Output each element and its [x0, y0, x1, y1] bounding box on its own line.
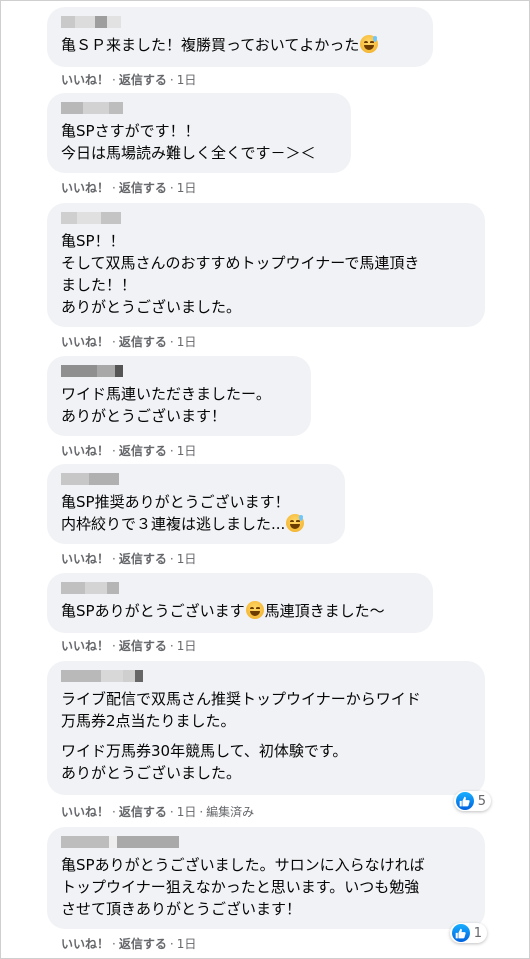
timestamp[interactable]: 1日: [177, 73, 197, 87]
reaction-count[interactable]: 1: [449, 923, 487, 943]
comment-bubble: ライブ配信で双馬さん推奨トップウイナーからワイド 万馬券2点当たりました。 ワイ…: [47, 661, 491, 811]
comment-bubble: 亀SP！！ そして双馬さんのおすすめトップウイナーで馬連頂き ました！！ ありが…: [47, 203, 485, 327]
like-link[interactable]: いいね！: [61, 937, 109, 951]
comment-actions: いいね！ · 返信する · 1日 · 編集済み: [61, 805, 255, 819]
author-name-blurred[interactable]: [61, 102, 337, 114]
reply-link[interactable]: 返信する: [119, 73, 167, 87]
timestamp[interactable]: 1日: [177, 444, 197, 458]
like-link[interactable]: いいね！: [61, 639, 109, 653]
comment-actions: いいね！ · 返信する · 1日: [61, 335, 197, 349]
timestamp[interactable]: 1日: [177, 181, 197, 195]
timestamp[interactable]: 1日: [177, 335, 197, 349]
like-link[interactable]: いいね！: [61, 335, 109, 349]
comment-actions: いいね！ · 返信する · 1日: [61, 552, 197, 566]
author-name-blurred[interactable]: [61, 365, 297, 377]
comment-bubble: 亀SPありがとうございました。サロンに入らなければ トップウイナー狙えなかったと…: [47, 827, 487, 943]
like-link[interactable]: いいね！: [61, 552, 109, 566]
thumbs-up-icon: [455, 792, 474, 810]
comment-bubble: 亀ＳＰ来ました！複勝買っておいてよかった: [47, 7, 433, 67]
comment-text: 亀ＳＰ来ました！複勝買っておいてよかった: [61, 34, 419, 56]
comment: 亀ＳＰ来ました！複勝買っておいてよかった いいね！ · 返信する · 1日: [47, 7, 433, 87]
comment-text: ライブ配信で双馬さん推奨トップウイナーからワイド 万馬券2点当たりました。: [61, 690, 421, 730]
comment-text: 亀SP！！ そして双馬さんのおすすめトップウイナーで馬連頂き ました！！ ありが…: [61, 232, 420, 316]
reply-link[interactable]: 返信する: [119, 937, 167, 951]
comment-text: 亀SPさすがです！！ 今日は馬場読み難しく全くです－＞＜: [61, 122, 316, 162]
comment-text: 亀SPありがとうございました。サロンに入らなければ トップウイナー狙えなかったと…: [61, 856, 425, 918]
comment-text: 亀SP推奨ありがとうございます！ 内枠絞りで３連複は逃しました...: [61, 491, 331, 535]
edited-label[interactable]: 編集済み: [206, 805, 254, 819]
author-name-blurred[interactable]: [61, 670, 471, 682]
smiling-face-icon: [245, 601, 264, 619]
comment-bubble: 亀SPさすがです！！ 今日は馬場読み難しく全くです－＞＜: [47, 93, 351, 173]
thumbs-up-icon: [451, 924, 470, 942]
reply-link[interactable]: 返信する: [119, 181, 167, 195]
comment-bubble: 亀SP推奨ありがとうございます！ 内枠絞りで３連複は逃しました...: [47, 464, 345, 544]
comment: 亀SPありがとうございます 馬連頂きました～ いいね！ · 返信する · 1日: [47, 573, 433, 653]
comment-text: 亀SPありがとうございます 馬連頂きました～: [61, 601, 385, 620]
comment-bubble: 亀SPありがとうございます 馬連頂きました～: [47, 573, 433, 633]
timestamp[interactable]: 1日: [177, 937, 197, 951]
reply-link[interactable]: 返信する: [119, 335, 167, 349]
author-name-blurred[interactable]: [61, 473, 331, 485]
comment-actions: いいね！ · 返信する · 1日: [61, 444, 197, 458]
grinning-sweat-face-icon: [286, 514, 305, 532]
comment-text: ワイド馬連いただきましたー。 ありがとうございます！: [61, 385, 271, 425]
author-name-blurred[interactable]: [61, 212, 471, 224]
comment: ライブ配信で双馬さん推奨トップウイナーからワイド 万馬券2点当たりました。 ワイ…: [47, 661, 491, 819]
comment-actions: いいね！ · 返信する · 1日: [61, 73, 197, 87]
timestamp[interactable]: 1日: [177, 552, 197, 566]
comment-actions: いいね！ · 返信する · 1日: [61, 181, 197, 195]
like-link[interactable]: いいね！: [61, 181, 109, 195]
comment: 亀SP推奨ありがとうございます！ 内枠絞りで３連複は逃しました... いいね！ ·…: [47, 464, 345, 566]
author-name-blurred[interactable]: [61, 582, 419, 594]
reply-link[interactable]: 返信する: [119, 444, 167, 458]
comment-thread: 亀ＳＰ来ました！複勝買っておいてよかった いいね！ · 返信する · 1日 亀SPさすが…: [0, 0, 530, 959]
grinning-sweat-face-icon: [360, 35, 379, 53]
reply-link[interactable]: 返信する: [119, 639, 167, 653]
comment: 亀SPありがとうございました。サロンに入らなければ トップウイナー狙えなかったと…: [47, 827, 487, 951]
like-link[interactable]: いいね！: [61, 444, 109, 458]
reaction-count[interactable]: 5: [453, 791, 491, 811]
comment-text: ワイド万馬券30年競馬して、初体験です。 ありがとうございました。: [61, 742, 348, 782]
comment-actions: いいね！ · 返信する · 1日: [61, 639, 197, 653]
comment: ワイド馬連いただきましたー。 ありがとうございます！ いいね！ · 返信する · 1日: [47, 356, 311, 458]
reply-link[interactable]: 返信する: [119, 805, 167, 819]
like-link[interactable]: いいね！: [61, 805, 109, 819]
comment: 亀SP！！ そして双馬さんのおすすめトップウイナーで馬連頂き ました！！ ありが…: [47, 203, 485, 349]
reply-link[interactable]: 返信する: [119, 552, 167, 566]
timestamp[interactable]: 1日: [177, 805, 197, 819]
author-name-blurred[interactable]: [61, 16, 419, 28]
comment: 亀SPさすがです！！ 今日は馬場読み難しく全くです－＞＜ いいね！ · 返信する · 1…: [47, 93, 351, 195]
author-name-blurred[interactable]: [61, 836, 471, 848]
comment-bubble: ワイド馬連いただきましたー。 ありがとうございます！: [47, 356, 311, 436]
timestamp[interactable]: 1日: [177, 639, 197, 653]
comment-actions: いいね！ · 返信する · 1日: [61, 937, 197, 951]
like-link[interactable]: いいね！: [61, 73, 109, 87]
